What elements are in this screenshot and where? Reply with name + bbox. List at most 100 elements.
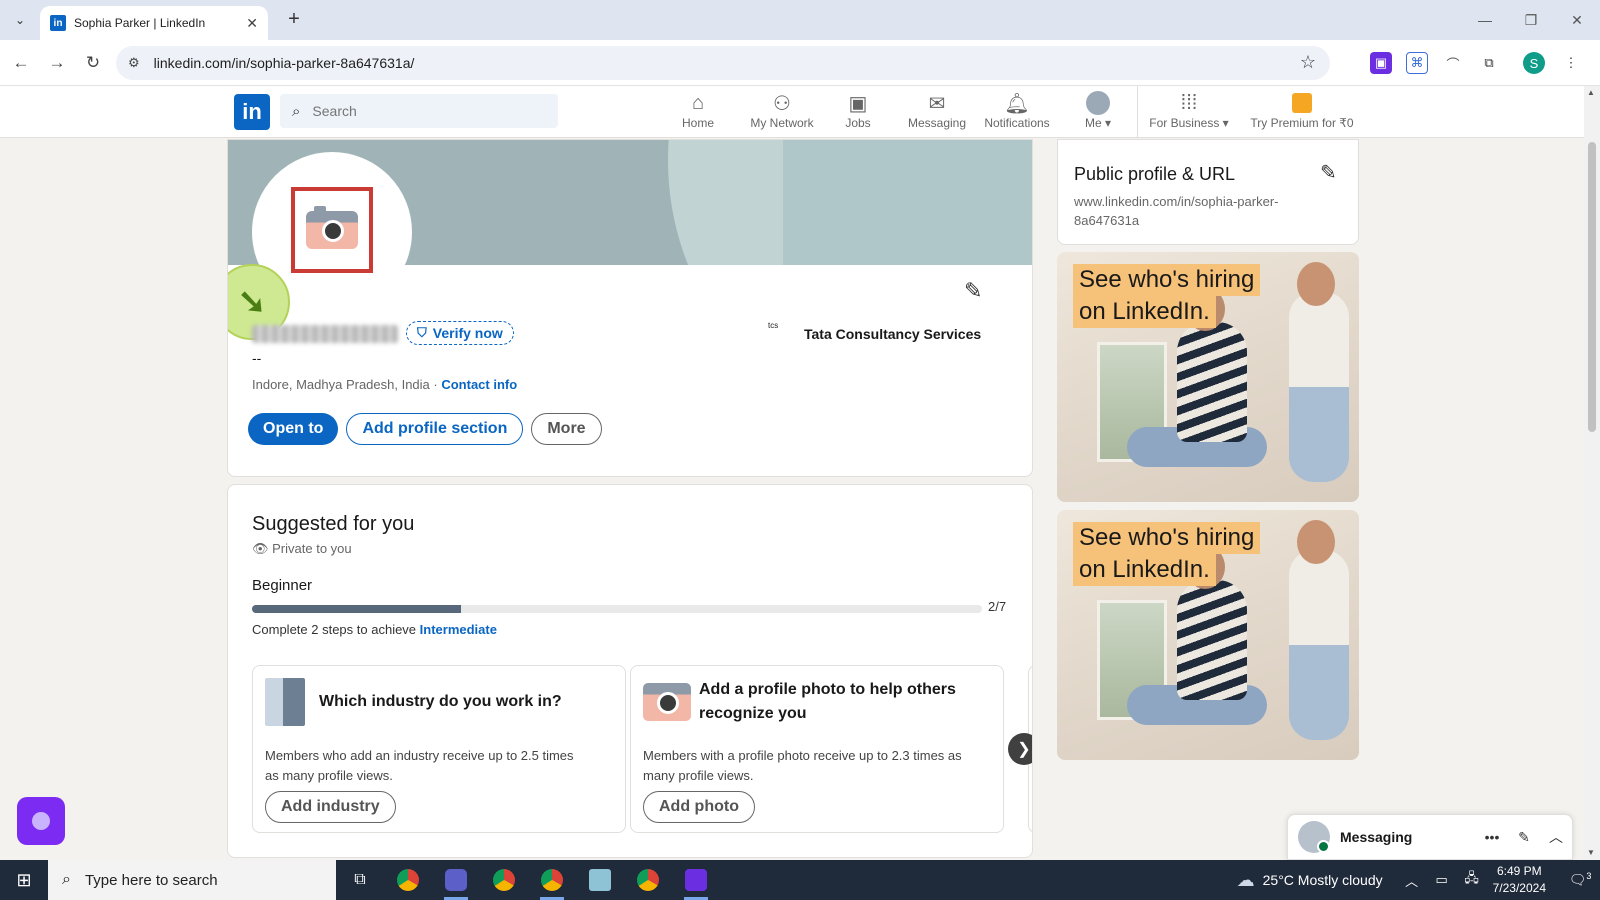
search-bar[interactable]: ⌕: [280, 94, 558, 128]
ad-headline: See who's hiring: [1073, 522, 1261, 554]
suggestion-header: Which industry do you work in?: [265, 678, 562, 726]
private-note: 👁︎ Private to you: [252, 541, 352, 557]
profile-location: Indore, Madhya Pradesh, India · Contact …: [252, 377, 517, 392]
battery-icon[interactable]: ▭: [1427, 872, 1457, 888]
back-icon[interactable]: ←: [10, 52, 32, 74]
current-company[interactable]: tcs Tata Consultancy Services: [768, 322, 981, 346]
camera-icon: [306, 206, 358, 249]
edit-pencil-icon[interactable]: ✎: [964, 278, 982, 304]
ad-headline: See who's hiring: [1073, 264, 1261, 296]
next-arrow-button[interactable]: ❯: [1008, 733, 1032, 765]
home-icon: ⌂: [691, 91, 705, 114]
extension-icon[interactable]: ▣: [1370, 52, 1392, 74]
chrome-icon[interactable]: [480, 860, 528, 900]
chrome-profile-icon[interactable]: [528, 860, 576, 900]
chevron-up-icon[interactable]: ︿: [1397, 871, 1427, 890]
page-scrollbar[interactable]: ▲ ▼: [1584, 86, 1600, 860]
steps-prefix: Complete 2 steps to achieve: [252, 622, 420, 637]
add-photo-button[interactable]: Add photo: [643, 791, 755, 823]
windows-start-icon[interactable]: ⊞: [0, 860, 48, 900]
open-to-button[interactable]: Open to: [248, 413, 339, 445]
bookmark-star-icon[interactable]: ☆: [1300, 52, 1316, 73]
taskbar-search[interactable]: ⌕ Type here to search: [48, 860, 336, 900]
avatar-icon: [1086, 90, 1110, 116]
section-title: Suggested for you: [252, 513, 415, 535]
ad-image-person: [1297, 520, 1335, 564]
verify-now-button[interactable]: ⛉ Verify now: [406, 321, 514, 345]
restore-icon[interactable]: ❐: [1508, 0, 1554, 40]
chat-icon: ✉: [928, 92, 946, 115]
banner-decoration: [783, 140, 1032, 265]
eye-icon: 👁︎: [252, 541, 269, 556]
nav-messaging[interactable]: ✉ Messaging: [904, 90, 970, 136]
chrome-icon[interactable]: [384, 860, 432, 900]
compose-icon[interactable]: ✎: [1508, 829, 1540, 846]
extension-icon[interactable]: ⌒: [1442, 52, 1464, 74]
nav-me[interactable]: Me ▾: [1080, 90, 1116, 136]
add-photo-highlight[interactable]: [291, 187, 373, 273]
url-text: linkedin.com/in/sophia-parker-8a647631a/: [153, 55, 415, 71]
search-input[interactable]: [312, 103, 533, 119]
temperature: 25°C: [1262, 872, 1294, 888]
nav-for-business[interactable]: ⁞⁞⁞ For Business ▾: [1148, 90, 1230, 136]
add-profile-section-button[interactable]: Add profile section: [346, 413, 524, 445]
more-options-icon[interactable]: •••: [1476, 829, 1508, 845]
address-bar[interactable]: ⚙ linkedin.com/in/sophia-parker-8a647631…: [116, 46, 1330, 80]
ad-image-person: [1289, 550, 1349, 740]
browser-menu-icon[interactable]: ⋮: [1560, 52, 1582, 74]
recorder-app-icon[interactable]: [672, 860, 720, 900]
reload-icon[interactable]: ↻: [82, 52, 104, 74]
suggestion-card-industry: Which industry do you work in? Members w…: [252, 665, 626, 833]
linkedin-logo-icon[interactable]: in: [234, 94, 270, 130]
profile-strength-fill: [252, 605, 461, 613]
tab-close-icon[interactable]: ✕: [246, 15, 258, 32]
intermediate-link[interactable]: Intermediate: [420, 622, 497, 637]
scroll-down-icon[interactable]: ▼: [1587, 848, 1595, 857]
nav-label: Me ▾: [1084, 116, 1112, 130]
extensions-puzzle-icon[interactable]: ⧉: [1478, 52, 1500, 74]
nav-label: Notifications: [984, 116, 1050, 130]
chrome-icon[interactable]: [624, 860, 672, 900]
floating-assistant-button[interactable]: [17, 797, 65, 845]
edit-pencil-icon[interactable]: ✎: [1320, 160, 1337, 185]
close-window-icon[interactable]: ✕: [1554, 0, 1600, 40]
network-icon[interactable]: 🖧︎: [1457, 869, 1487, 891]
forward-icon[interactable]: →: [46, 52, 68, 74]
nav-home[interactable]: ⌂ Home: [674, 90, 722, 136]
tab-title: Sophia Parker | LinkedIn: [74, 16, 206, 30]
hiring-ad[interactable]: See who's hiring on LinkedIn.: [1057, 252, 1359, 502]
nav-jobs[interactable]: ▣ Jobs: [838, 90, 878, 136]
task-view-icon[interactable]: ⧉: [336, 860, 384, 900]
profile-avatar-icon[interactable]: S: [1523, 52, 1545, 74]
hiring-ad[interactable]: See who's hiring on LinkedIn.: [1057, 510, 1359, 760]
notes-app-icon[interactable]: [576, 860, 624, 900]
clock[interactable]: 6:49 PM 7/23/2024: [1493, 863, 1546, 897]
more-button[interactable]: More: [531, 413, 602, 445]
nav-premium[interactable]: Try Premium for ₹0: [1250, 90, 1354, 136]
chevron-up-icon[interactable]: ︿: [1540, 827, 1572, 847]
browser-tab[interactable]: in Sophia Parker | LinkedIn ✕: [40, 6, 268, 40]
camera-icon: [643, 683, 691, 721]
add-industry-button[interactable]: Add industry: [265, 791, 396, 823]
scrollbar-thumb[interactable]: [1588, 142, 1596, 432]
scroll-up-icon[interactable]: ▲: [1587, 88, 1595, 97]
contact-info-link[interactable]: Contact info: [441, 377, 517, 392]
teams-icon[interactable]: [432, 860, 480, 900]
nav-my-network[interactable]: ⚇ My Network: [742, 90, 822, 136]
weather-widget[interactable]: ☁ 25°C Mostly cloudy: [1237, 870, 1383, 891]
extension-icon[interactable]: ⌘: [1406, 52, 1428, 74]
minimize-icon[interactable]: —: [1462, 0, 1508, 40]
notification-center-icon[interactable]: 🗨︎3: [1560, 871, 1600, 889]
public-profile-url: www.linkedin.com/in/sophia-parker-8a6476…: [1074, 194, 1279, 228]
ad-image-person: [1297, 262, 1335, 306]
site-info-icon[interactable]: ⚙: [128, 55, 140, 71]
new-tab-button[interactable]: +: [282, 8, 306, 31]
tab-search-icon[interactable]: ⌄: [8, 8, 32, 32]
profile-strength-level: Beginner: [252, 577, 313, 594]
suggestion-text: Members with a profile photo receive up …: [643, 748, 962, 783]
messaging-overlay[interactable]: Messaging ••• ✎ ︿: [1287, 814, 1573, 860]
bell-icon: 🔔︎: [1004, 92, 1030, 115]
progress-count: 2/7: [988, 599, 1007, 614]
nav-notifications[interactable]: 🔔︎ Notifications: [982, 90, 1052, 136]
weather-text: Mostly cloudy: [1297, 872, 1383, 888]
